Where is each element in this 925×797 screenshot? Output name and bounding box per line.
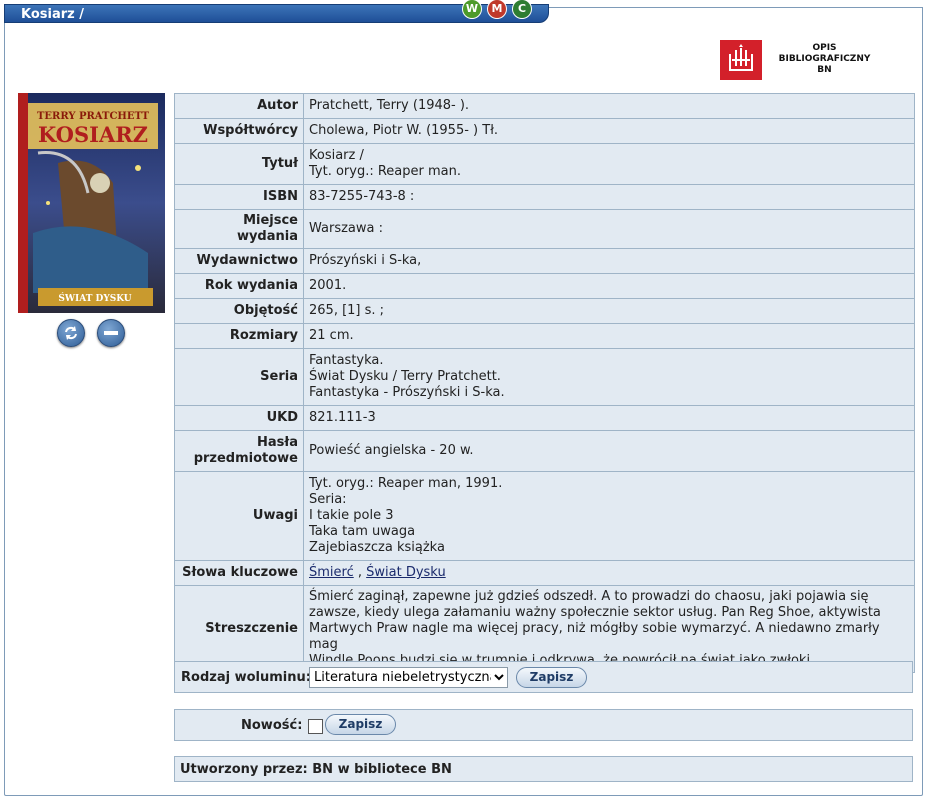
record-row-objetosc: Objętość 265, [1] s. ; <box>174 298 915 324</box>
view-mode-w-button[interactable]: W <box>463 0 481 18</box>
novelty-checkbox[interactable] <box>308 719 323 734</box>
field-value: Tyt. oryg.: Reaper man, 1991. Seria: I tak… <box>303 471 915 561</box>
keyword-separator: , <box>353 565 367 580</box>
record-row-autor: Autor Pratchett, Terry (1948- ). <box>174 93 915 119</box>
record-row-rozmiary: Rozmiary 21 cm. <box>174 323 915 349</box>
record-row-streszczenie: Streszczenie Śmierć zaginął, zapewne już… <box>174 585 915 673</box>
field-label: Rozmiary <box>174 323 304 349</box>
record-row-isbn: ISBN 83-7255-743-8 : <box>174 184 915 210</box>
field-value: Cholewa, Piotr W. (1955- ) Tł. <box>303 118 915 144</box>
bn-logo-text: OPIS BIBLIOGRAFICZNY BN <box>778 43 871 75</box>
field-label: Uwagi <box>174 471 304 561</box>
window-title: Kosiarz / <box>21 7 84 22</box>
created-by-text: Utworzony przez: BN w bibliotece BN <box>180 762 452 777</box>
volume-type-select[interactable]: Literatura niebeletrystyczna <box>309 667 508 688</box>
field-label: Wydawnictwo <box>174 248 304 274</box>
field-value: Śmierć zaginął, zapewne już gdzieś odsze… <box>303 585 915 673</box>
view-mode-m-button[interactable]: M <box>488 0 506 18</box>
book-cover-image[interactable]: TERRY PRATCHETT KOSIARZ ŚWIAT DYSKU <box>18 93 165 313</box>
record-row-tytul: Tytuł Kosiarz / Tyt. oryg.: Reaper man. <box>174 143 915 185</box>
field-value: 265, [1] s. ; <box>303 298 915 324</box>
field-label: Streszczenie <box>174 585 304 673</box>
record-row-rok-wydania: Rok wydania 2001. <box>174 273 915 299</box>
bibliographic-record-table: Autor Pratchett, Terry (1948- ). Współtw… <box>174 93 915 673</box>
novelty-panel: Nowość: Zapisz <box>174 709 913 741</box>
view-mode-c-button[interactable]: C <box>513 0 531 18</box>
field-value: 2001. <box>303 273 915 299</box>
remove-cover-button[interactable] <box>97 319 125 347</box>
record-row-miejsce-wydania: Miejsce wydania Warszawa : <box>174 209 915 249</box>
keyword-link[interactable]: Śmierć <box>309 565 354 580</box>
field-value: Kosiarz / Tyt. oryg.: Reaper man. <box>303 143 915 185</box>
record-row-wydawnictwo: Wydawnictwo Prószyński i S-ka, <box>174 248 915 274</box>
refresh-icon <box>65 326 77 340</box>
field-value: Warszawa : <box>303 209 915 249</box>
volume-type-panel: Rodzaj woluminu: Literatura niebeletryst… <box>174 661 913 693</box>
field-label: Autor <box>174 93 304 119</box>
created-by-panel: Utworzony przez: BN w bibliotece BN <box>174 756 913 782</box>
field-value: 21 cm. <box>303 323 915 349</box>
record-row-wspoltworcy: Współtwórcy Cholewa, Piotr W. (1955- ) T… <box>174 118 915 144</box>
field-label: ISBN <box>174 184 304 210</box>
minus-icon <box>104 331 118 335</box>
field-label: Seria <box>174 348 304 406</box>
field-value: Powieść angielska - 20 w. <box>303 430 915 472</box>
novelty-save-button[interactable]: Zapisz <box>325 714 396 735</box>
field-label: Współtwórcy <box>174 118 304 144</box>
field-label: Miejsce wydania <box>174 209 304 249</box>
field-label: Słowa kluczowe <box>174 560 304 586</box>
field-value: Pratchett, Terry (1948- ). <box>303 93 915 119</box>
volume-type-label: Rodzaj woluminu: <box>181 670 311 685</box>
record-row-hasla-przedmiotowe: Hasła przedmiotowe Powieść angielska - 2… <box>174 430 915 472</box>
record-row-uwagi: Uwagi Tyt. oryg.: Reaper man, 1991. Seria… <box>174 471 915 561</box>
svg-text:TERRY PRATCHETT: TERRY PRATCHETT <box>37 111 150 122</box>
field-label: Hasła przedmiotowe <box>174 430 304 472</box>
field-label: Objętość <box>174 298 304 324</box>
volume-type-save-button[interactable]: Zapisz <box>516 667 587 688</box>
record-row-seria: Seria Fantastyka. Świat Dysku / Terry Pra… <box>174 348 915 406</box>
field-value: Fantastyka. Świat Dysku / Terry Pratchett… <box>303 348 915 406</box>
rotate-cover-button[interactable] <box>57 319 85 347</box>
field-value: 83-7255-743-8 : <box>303 184 915 210</box>
field-label: UKD <box>174 405 304 431</box>
novelty-label: Nowość: <box>241 718 303 733</box>
field-label: Tytuł <box>174 143 304 185</box>
svg-text:KOSIARZ: KOSIARZ <box>38 122 148 147</box>
field-value: 821.111-3 <box>303 405 915 431</box>
field-value: Prószyński i S-ka, <box>303 248 915 274</box>
field-label: Rok wydania <box>174 273 304 299</box>
bn-logo-icon <box>720 40 762 80</box>
field-value: Śmierć , Świat Dysku <box>303 560 915 586</box>
record-row-ukd: UKD 821.111-3 <box>174 405 915 431</box>
record-row-slowa-kluczowe: Słowa kluczowe Śmierć , Świat Dysku <box>174 560 915 586</box>
svg-text:ŚWIAT DYSKU: ŚWIAT DYSKU <box>58 292 131 304</box>
keyword-link[interactable]: Świat Dysku <box>366 565 446 580</box>
